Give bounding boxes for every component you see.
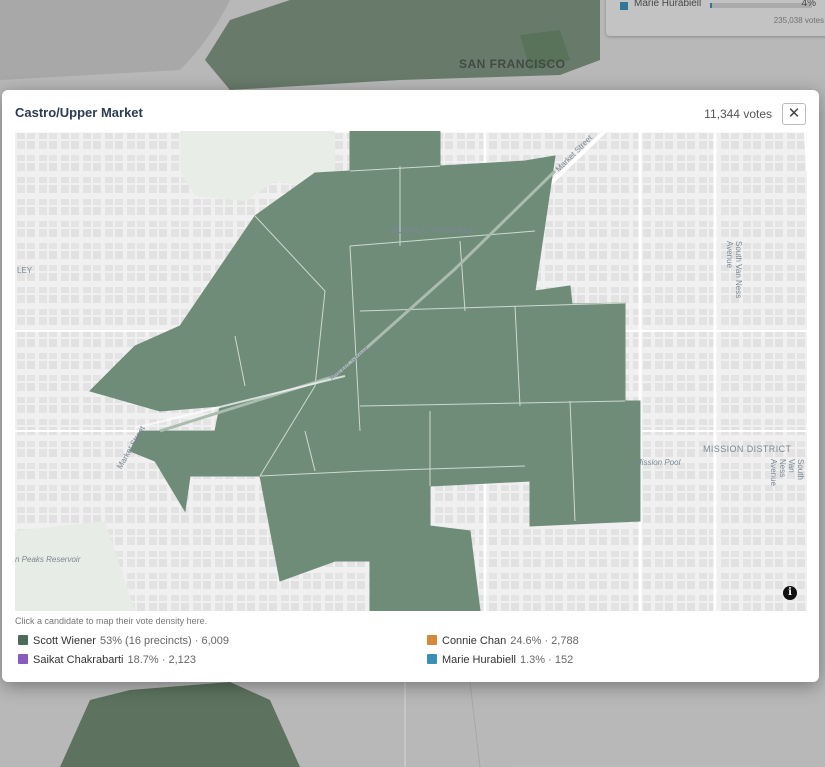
- district-map[interactable]: DUBOCE TRIANGLE Market Street Market Str…: [15, 131, 807, 611]
- precinct-detail-modal: Castro/Upper Market 11,344 votes ✕ DUBOC…: [2, 90, 819, 682]
- candidate-name: Saikat Chakrabarti: [33, 654, 124, 666]
- valley-label: LEY: [17, 266, 33, 275]
- modal-title: Castro/Upper Market: [15, 105, 143, 120]
- candidate-stat: 53% (16 precincts) · 6,009: [99, 635, 229, 647]
- candidate-swatch: [18, 654, 28, 664]
- candidate-swatch: [427, 635, 437, 645]
- reservoir-label: n Peaks Reservoir: [15, 555, 81, 564]
- duboce-triangle-label: DUBOCE TRIANGLE: [391, 226, 475, 235]
- candidate-name: Marie Hurabiell: [442, 654, 516, 666]
- candidate-stat: 24.6% · 2,788: [510, 635, 579, 647]
- mission-pool-label: Mission Pool: [635, 458, 681, 467]
- candidate-name: Scott Wiener: [33, 635, 96, 647]
- district-map-canvas: [15, 131, 807, 611]
- south-van-ness-label: South Van Ness Avenue: [725, 241, 743, 299]
- south-van-ness-label: South Van Ness Avenue: [769, 459, 805, 486]
- candidate-scott-wiener[interactable]: Scott Wiener 53% (16 precincts) · 6,009: [18, 635, 229, 647]
- candidate-hint: Click a candidate to map their vote dens…: [15, 616, 208, 626]
- candidate-name: Connie Chan: [442, 635, 507, 647]
- candidate-saikat-chakrabarti[interactable]: Saikat Chakrabarti 18.7% · 2,123: [18, 654, 196, 666]
- candidate-swatch: [18, 635, 28, 645]
- info-icon[interactable]: i: [783, 586, 797, 600]
- candidate-connie-chan[interactable]: Connie Chan 24.6% · 2,788: [427, 635, 579, 647]
- total-votes-label: 11,344 votes: [704, 107, 772, 121]
- candidate-stat: 18.7% · 2,123: [127, 654, 197, 666]
- mission-district-label: MISSION DISTRICT: [703, 444, 792, 454]
- candidate-marie-hurabiell[interactable]: Marie Hurabiell 1.3% · 152: [427, 654, 573, 666]
- candidate-stat: 1.3% · 152: [519, 654, 574, 666]
- close-button[interactable]: ✕: [782, 103, 806, 125]
- candidate-swatch: [427, 654, 437, 664]
